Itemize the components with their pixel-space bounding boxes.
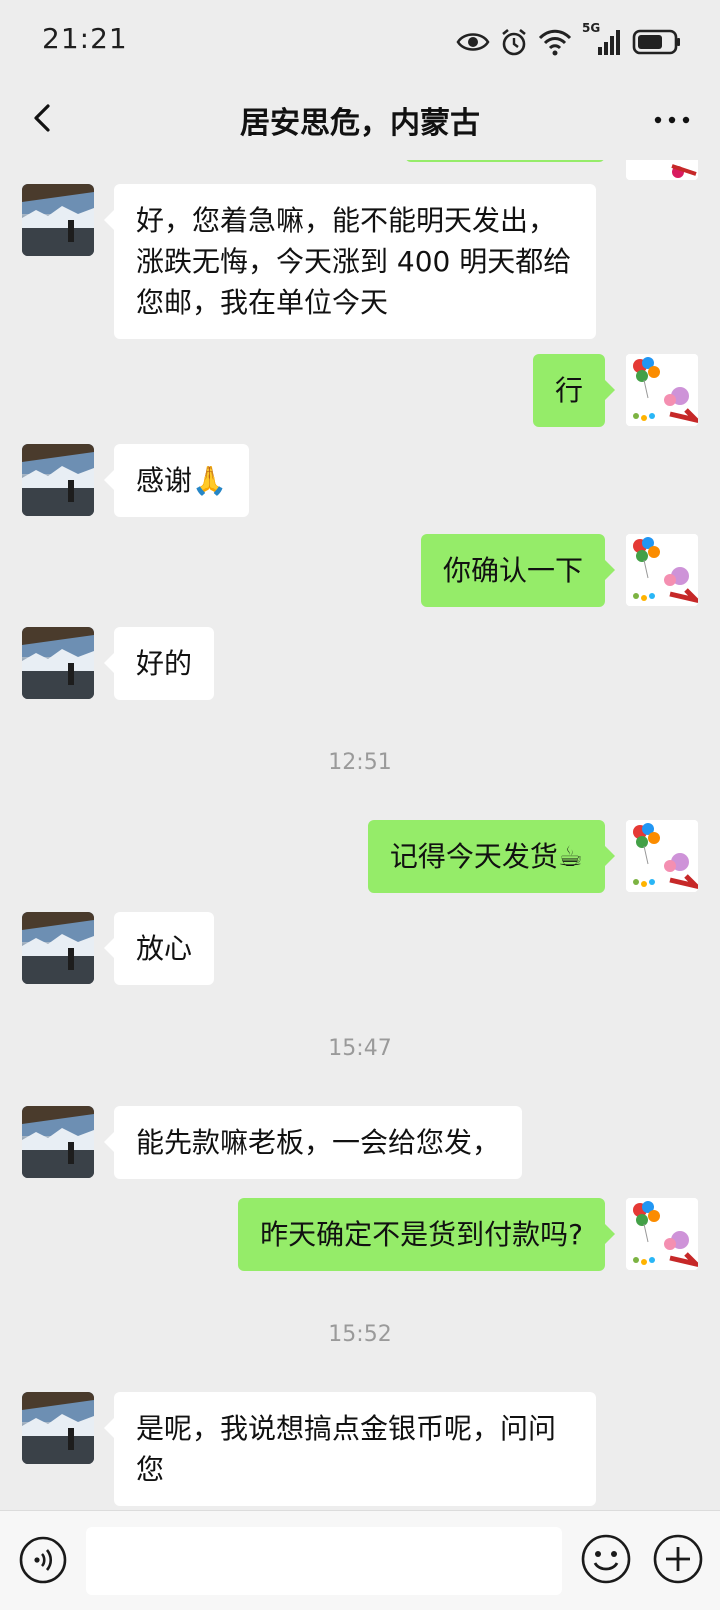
contact-avatar[interactable]: [22, 627, 94, 699]
incoming-message-bubble[interactable]: 好的: [103, 627, 215, 700]
wifi-icon: [538, 28, 572, 56]
incoming-message-bubble[interactable]: 好，您着急嘛，能不能明天发出，涨跌无悔，今天涨到 400 明天都给您邮，我在单位…: [104, 184, 596, 339]
timestamp-separator: 15:47: [328, 1036, 392, 1061]
network-type-label: 5G: [582, 21, 601, 35]
emoji-icon: [581, 1534, 631, 1584]
signal-icon: 5G: [582, 21, 622, 57]
battery-icon: [632, 29, 682, 55]
incoming-message-bubble[interactable]: 放心: [103, 912, 215, 985]
my-avatar[interactable]: [626, 1198, 698, 1270]
input-bar: [0, 1510, 720, 1610]
outgoing-message-bubble[interactable]: 行: [532, 354, 616, 427]
plus-button[interactable]: [652, 1533, 704, 1585]
back-button[interactable]: [20, 94, 68, 142]
my-avatar[interactable]: [626, 820, 698, 892]
alarm-icon: [500, 27, 528, 57]
contact-avatar[interactable]: [22, 1392, 94, 1464]
more-dots-icon: [654, 116, 690, 124]
voice-button[interactable]: [18, 1535, 68, 1585]
eye-icon: [456, 30, 490, 54]
timestamp-separator: 15:52: [328, 1322, 392, 1347]
chat-screen: 21:21 5G 居安思危，内蒙古 好，您着急嘛，能不能明天发出，涨跌无悔，今天…: [0, 0, 720, 1610]
message-list[interactable]: 好，您着急嘛，能不能明天发出，涨跌无悔，今天涨到 400 明天都给您邮，我在单位…: [0, 160, 720, 1510]
voice-icon: [19, 1536, 67, 1584]
timestamp-separator: 12:51: [328, 750, 392, 775]
status-icons: 5G: [456, 21, 682, 60]
contact-avatar[interactable]: [22, 1106, 94, 1178]
status-time: 21:21: [42, 22, 128, 55]
contact-avatar[interactable]: [22, 444, 94, 516]
contact-avatar[interactable]: [22, 912, 94, 984]
my-avatar[interactable]: [626, 354, 698, 426]
status-bar: 21:21 5G: [0, 0, 720, 84]
incoming-message-bubble[interactable]: 是呢，我说想搞点金银币呢，问问您: [104, 1392, 596, 1506]
more-button[interactable]: [650, 104, 694, 136]
incoming-message-bubble[interactable]: 能先款嘛老板，一会给您发，: [103, 1106, 523, 1179]
message-input[interactable]: [86, 1527, 562, 1595]
outgoing-message-bubble[interactable]: 昨天确定不是货到付款吗?: [238, 1198, 615, 1271]
chat-title: 居安思危，内蒙古: [240, 106, 480, 141]
outgoing-message-bubble[interactable]: 你确认一下: [420, 534, 616, 607]
outgoing-message-bubble[interactable]: 记得今天发货☕: [367, 820, 616, 893]
plus-icon: [653, 1534, 703, 1584]
chevron-left-icon: [34, 104, 50, 132]
chat-header: 居安思危，内蒙古: [0, 84, 720, 160]
my-avatar[interactable]: [626, 160, 698, 180]
contact-avatar[interactable]: [22, 184, 94, 256]
my-avatar[interactable]: [626, 534, 698, 606]
partial-outgoing-bubble[interactable]: [405, 160, 605, 162]
incoming-message-bubble[interactable]: 感谢🙏: [104, 444, 249, 517]
emoji-button[interactable]: [580, 1533, 632, 1585]
